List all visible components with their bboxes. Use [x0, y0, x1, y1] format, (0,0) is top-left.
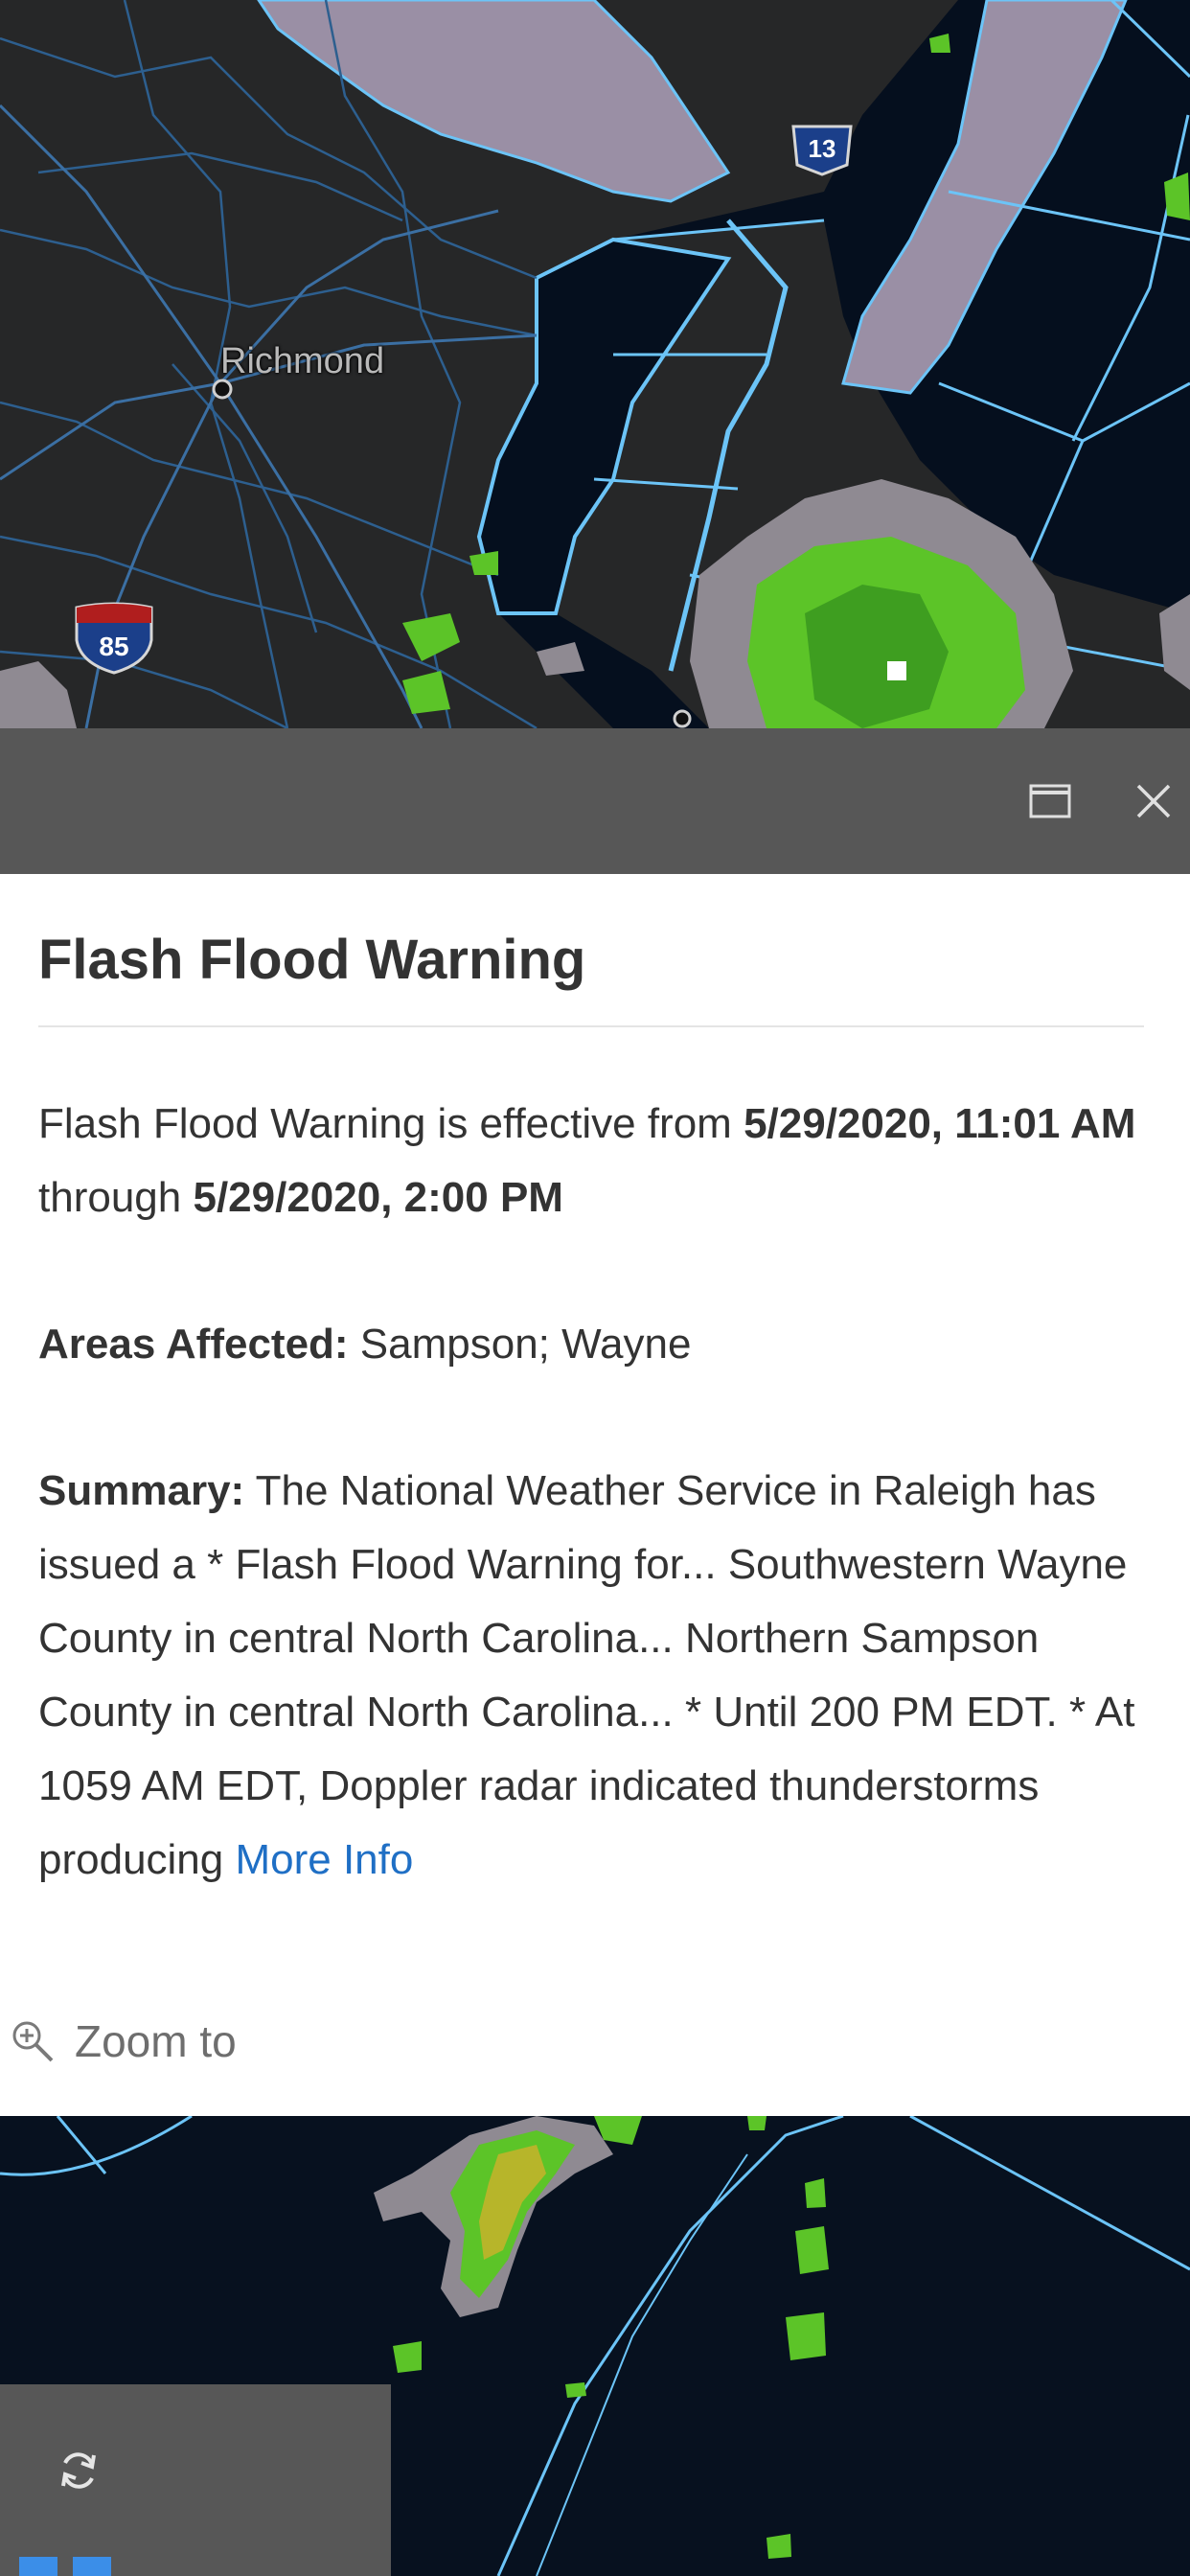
layer-tab-indicator[interactable] [19, 2557, 57, 2576]
zoom-in-icon [12, 2021, 54, 2062]
map-canvas-top [0, 0, 1190, 728]
layer-tab-indicator[interactable] [73, 2557, 111, 2576]
areas-label: Areas Affected: [38, 1321, 349, 1368]
zoom-to-button[interactable]: Zoom to [10, 2012, 237, 2070]
close-icon [1136, 784, 1171, 818]
shield-route-number: 85 [99, 632, 128, 661]
popup-panel: Flash Flood Warning Flash Flood Warning … [0, 874, 1190, 2116]
title-divider [38, 1025, 1144, 1027]
shield-route-number: 13 [809, 134, 836, 163]
map-controls-panel [0, 2384, 391, 2576]
areas-value: Sampson; Wayne [348, 1321, 692, 1368]
summary-label: Summary: [38, 1467, 245, 1514]
popup-toolbar [0, 728, 1190, 874]
zoom-to-label: Zoom to [75, 2016, 237, 2066]
close-button[interactable] [1119, 767, 1188, 836]
maximize-icon [1029, 784, 1071, 818]
more-info-link[interactable]: More Info [235, 1836, 413, 1883]
refresh-icon [61, 2452, 96, 2489]
map-view-top[interactable]: Richmond 13 85 [0, 0, 1190, 728]
effective-start: 5/29/2020, 11:01 AM [744, 1100, 1136, 1147]
popup-body: Flash Flood Warning is effective from 5/… [38, 1087, 1152, 1969]
effective-paragraph: Flash Flood Warning is effective from 5/… [38, 1087, 1152, 1234]
interstate-shield-icon: 85 [75, 602, 153, 675]
effective-prefix: Flash Flood Warning is effective from [38, 1100, 744, 1147]
summary-text: The National Weather Service in Raleigh … [38, 1467, 1135, 1883]
refresh-button[interactable] [48, 2440, 109, 2501]
us-route-shield-icon: 13 [791, 125, 853, 176]
areas-paragraph: Areas Affected: Sampson; Wayne [38, 1307, 1152, 1381]
maximize-button[interactable] [1016, 767, 1085, 836]
map-city-label: Richmond [220, 341, 385, 381]
popup-title: Flash Flood Warning [38, 929, 586, 991]
effective-end: 5/29/2020, 2:00 PM [193, 1174, 563, 1221]
summary-paragraph: Summary: The National Weather Service in… [38, 1454, 1152, 1897]
effective-mid: through [38, 1174, 194, 1221]
